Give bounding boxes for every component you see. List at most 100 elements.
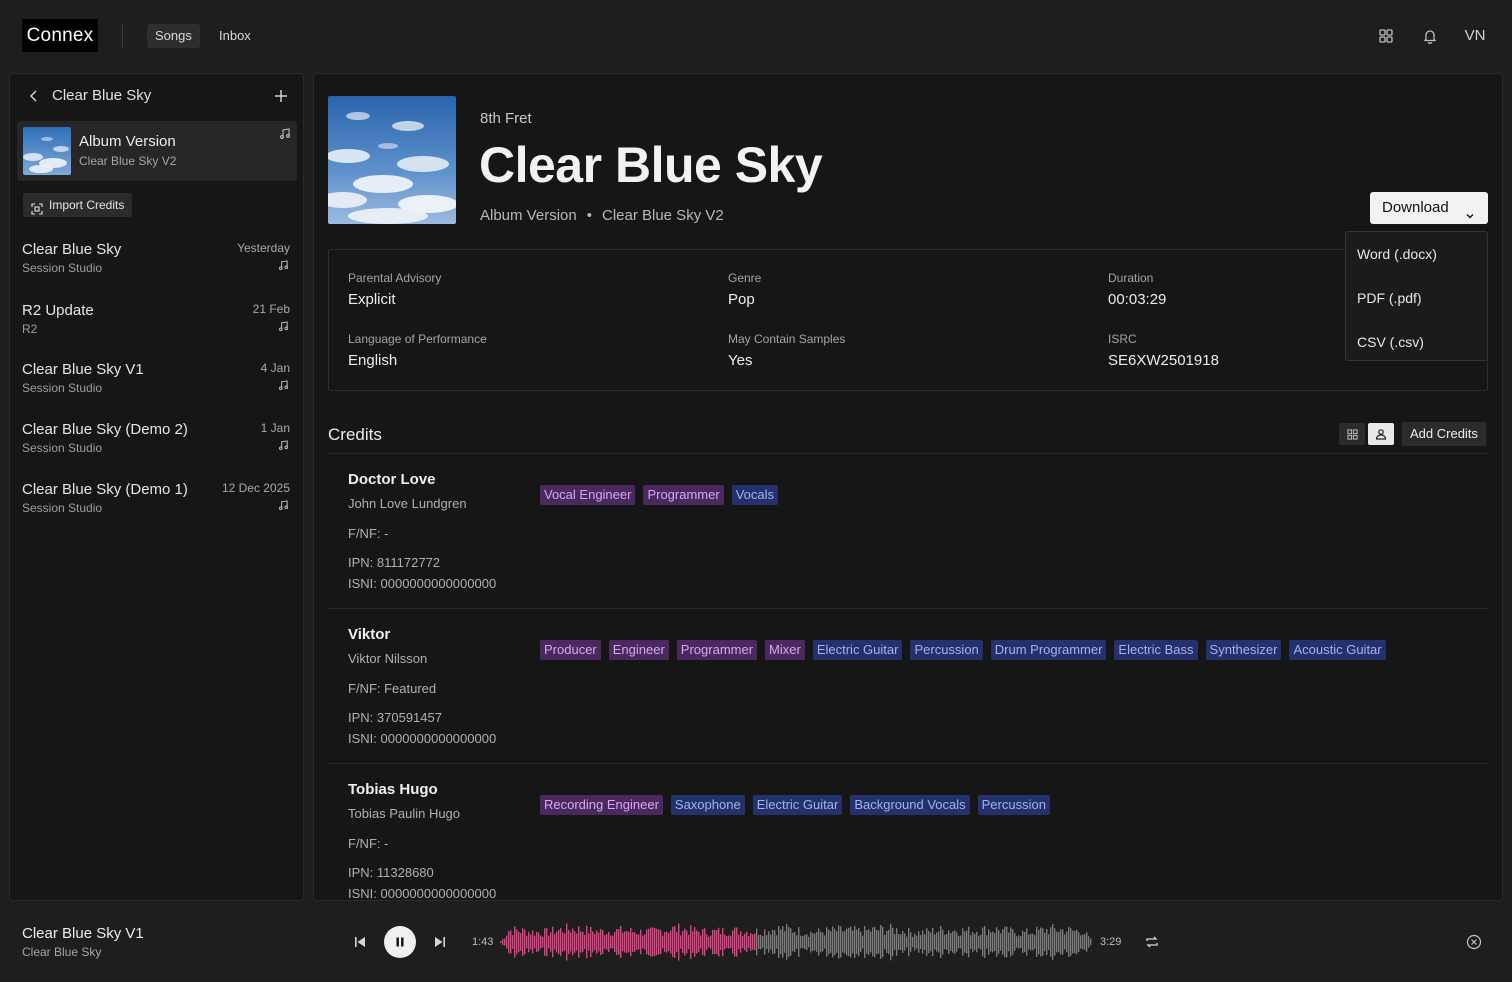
version-item[interactable]: Clear Blue Sky Session Studio Yesterday: [10, 241, 303, 289]
waveform-bar: [610, 935, 612, 949]
separator-dot: •: [586, 207, 592, 224]
waveform-bar: [562, 932, 564, 952]
waveform-bar: [1056, 931, 1058, 953]
waveform-scrubber[interactable]: [500, 920, 1092, 964]
waveform-bar: [790, 928, 792, 956]
repeat-icon[interactable]: [1142, 932, 1162, 952]
next-track-icon[interactable]: [430, 932, 450, 952]
waveform-bar: [944, 934, 946, 950]
waveform-bar: [570, 932, 572, 952]
add-credits-button[interactable]: Add Credits: [1402, 422, 1486, 446]
waveform-bar: [584, 935, 586, 949]
download-button[interactable]: Download: [1370, 192, 1488, 224]
waveform-bar: [840, 926, 842, 958]
add-version-icon[interactable]: [270, 85, 292, 107]
waveform-bar: [910, 932, 912, 952]
current-version[interactable]: Album Version Clear Blue Sky V2: [17, 121, 297, 181]
credits-heading: Credits: [328, 425, 382, 444]
version-item[interactable]: Clear Blue Sky (Demo 2) Session Studio 1…: [10, 421, 303, 469]
import-credits-button[interactable]: Import Credits: [23, 193, 133, 217]
version-item[interactable]: R2 Update R2 21 Feb: [10, 302, 303, 350]
meta-value: Explicit: [348, 291, 396, 308]
waveform-bar: [804, 935, 806, 949]
waveform-bar: [554, 934, 556, 950]
waveform-bar: [818, 928, 820, 956]
waveform-bar: [1032, 933, 1034, 951]
waveform-bar: [1060, 929, 1062, 955]
waveform-bar: [914, 933, 916, 951]
menu-item-word[interactable]: Word (.docx): [1357, 246, 1437, 262]
waveform-bar: [822, 932, 824, 952]
elapsed-time: 1:43: [472, 936, 494, 948]
person-view-icon[interactable]: [1368, 423, 1394, 445]
role-tag: Acoustic Guitar: [1289, 640, 1386, 660]
role-tags: Producer Engineer Programmer Mixer Electric …: [540, 640, 1386, 660]
version-label: Album Version: [480, 207, 577, 224]
music-note-icon: [278, 498, 289, 511]
sidebar-header: Clear Blue Sky: [10, 74, 303, 120]
waveform-bar: [820, 931, 822, 953]
waveform-bar: [550, 932, 552, 952]
waveform-bar: [824, 935, 826, 949]
top-bar: Connex Songs Inbox VN: [0, 0, 1512, 72]
role-tag: Mixer: [765, 640, 805, 660]
user-avatar[interactable]: VN: [1462, 24, 1488, 48]
close-player-icon[interactable]: [1464, 932, 1484, 952]
waveform-bar: [592, 931, 594, 953]
credit-ipn: IPN: 370591457: [348, 710, 442, 725]
waveform-bar: [902, 930, 904, 954]
nav-tab-songs[interactable]: Songs: [147, 24, 200, 48]
bell-icon[interactable]: [1418, 24, 1442, 48]
waveform-bar: [1050, 927, 1052, 957]
waveform-bar: [646, 929, 648, 955]
version-date: 12 Dec 2025: [221, 481, 290, 495]
waveform-bar: [656, 928, 658, 956]
waveform-bar: [780, 929, 782, 955]
pause-button[interactable]: [384, 926, 416, 958]
waveform-bar: [1000, 933, 1002, 951]
credit-legal-name: Viktor Nilsson: [348, 651, 428, 666]
waveform-bar: [1016, 936, 1018, 948]
waveform-bar: [966, 930, 968, 954]
waveform-bar: [668, 932, 670, 952]
waveform-bar: [1074, 930, 1076, 954]
divider: [328, 763, 1488, 764]
waveform-bar: [640, 929, 642, 955]
role-tag: Percussion: [910, 640, 983, 660]
back-arrow-icon[interactable]: [24, 86, 44, 106]
version-date: 4 Jan: [260, 361, 290, 375]
waveform-bar: [650, 927, 652, 957]
waveform-bar: [874, 926, 876, 958]
waveform-bar: [658, 929, 660, 955]
grid-view-icon[interactable]: [1339, 423, 1365, 445]
credit-row[interactable]: Doctor Love John Love Lundgren F/NF: - I…: [328, 471, 1488, 626]
waveform-bar: [766, 935, 768, 949]
waveform-bar: [954, 930, 956, 954]
music-note-icon: [278, 258, 289, 271]
waveform-bar: [1034, 935, 1036, 949]
role-tag: Saxophone: [670, 795, 745, 815]
waveform-bar: [776, 935, 778, 949]
waveform-bar: [608, 931, 610, 953]
waveform-bar: [502, 939, 504, 945]
previous-track-icon[interactable]: [350, 932, 370, 952]
version-item[interactable]: Clear Blue Sky (Demo 1) Session Studio 1…: [10, 481, 303, 529]
menu-item-pdf[interactable]: PDF (.pdf): [1357, 290, 1422, 306]
menu-item-csv[interactable]: CSV (.csv): [1357, 334, 1424, 350]
version-item[interactable]: Clear Blue Sky V1 Session Studio 4 Jan: [10, 361, 303, 409]
credit-legal-name: Tobias Paulin Hugo: [348, 806, 461, 821]
credit-row[interactable]: Tobias Hugo Tobias Paulin Hugo F/NF: - I…: [328, 781, 1488, 900]
apps-grid-icon[interactable]: [1374, 24, 1398, 48]
waveform-bar: [674, 926, 676, 958]
waveform-bar: [794, 932, 796, 952]
waveform-bar: [636, 934, 638, 950]
app-logo[interactable]: Connex: [22, 19, 98, 52]
meta-value: 00:03:29: [1108, 291, 1167, 308]
waveform-bar: [854, 926, 856, 958]
nav-tab-inbox[interactable]: Inbox: [211, 24, 259, 48]
credit-name: Doctor Love: [348, 471, 436, 488]
waveform-bar: [1030, 933, 1032, 951]
waveform-bar: [972, 931, 974, 953]
credit-row[interactable]: Viktor Viktor Nilsson F/NF: Featured IPN…: [328, 626, 1488, 781]
waveform-bar: [702, 929, 704, 955]
